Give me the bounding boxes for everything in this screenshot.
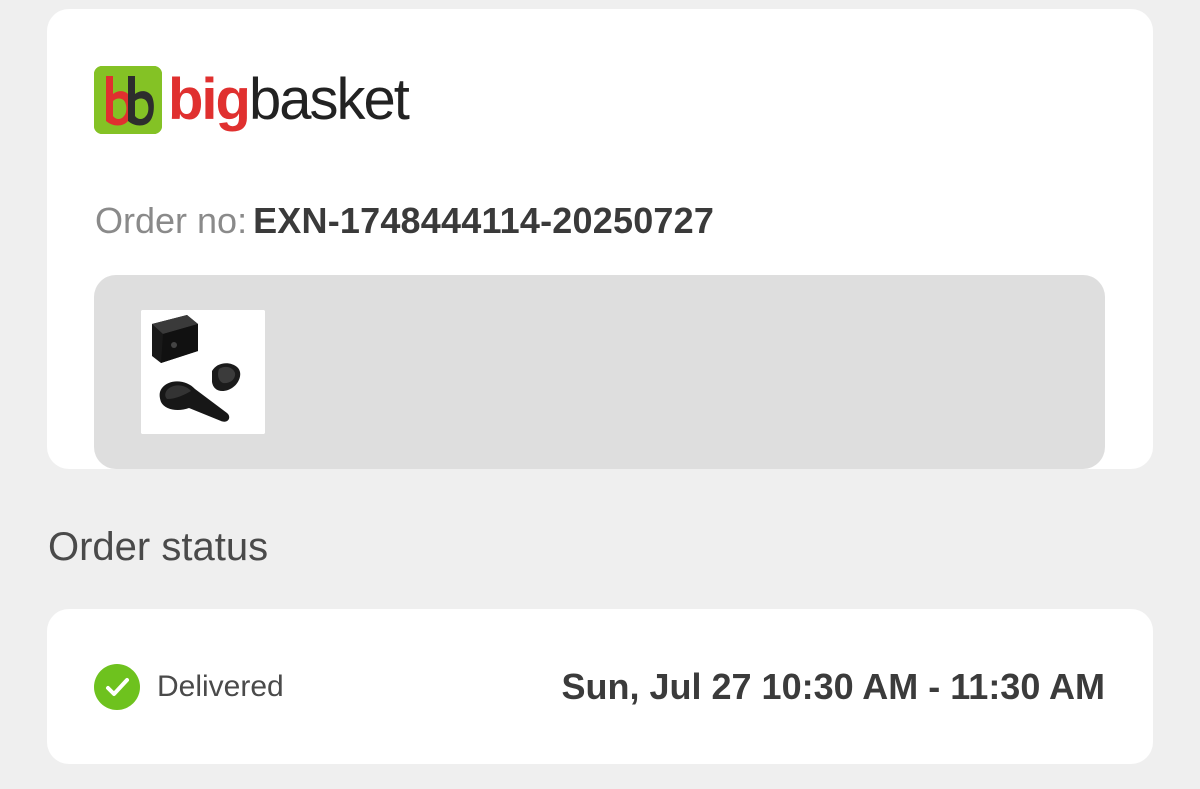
delivery-status: Delivered <box>94 663 284 711</box>
order-summary-card[interactable]: bigbasket Order no: EXN-1748444114-20250… <box>47 9 1153 469</box>
earbuds-product-image[interactable] <box>141 310 265 434</box>
order-status-title: Order status <box>48 525 269 569</box>
bigbasket-logo-icon <box>94 66 162 134</box>
order-number-row: Order no: EXN-1748444114-20250727 <box>95 195 714 247</box>
delivery-time-window: Sun, Jul 27 10:30 AM - 11:30 AM <box>561 666 1105 707</box>
delivery-status-label: Delivered <box>157 670 284 703</box>
bigbasket-logo-wordmark: bigbasket <box>168 71 410 129</box>
order-items-panel[interactable] <box>94 275 1105 469</box>
logo-word-basket: basket <box>248 67 410 132</box>
order-number-value: EXN-1748444114-20250727 <box>253 200 715 241</box>
check-circle-icon <box>94 664 140 710</box>
bigbasket-logo: bigbasket <box>94 65 410 135</box>
logo-word-big: big <box>168 67 251 132</box>
order-number-label: Order no: <box>95 200 248 241</box>
order-status-card: Delivered Sun, Jul 27 10:30 AM - 11:30 A… <box>47 609 1153 764</box>
